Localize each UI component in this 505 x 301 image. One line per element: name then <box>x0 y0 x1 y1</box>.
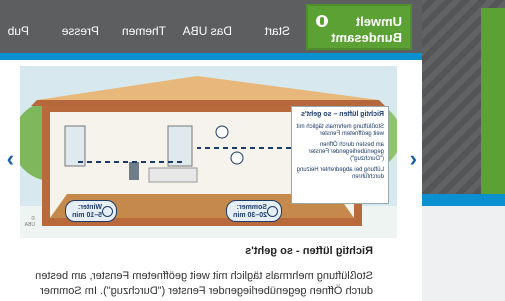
background-blue-band <box>411 194 505 206</box>
infobox-item-1: Stoßlüftung mehrmals täglich mit weit ge… <box>296 124 384 137</box>
winter-badge: Winter: 5–10 min <box>65 200 117 222</box>
logo-text-line2: Bundesamt <box>331 30 402 45</box>
infobox-item-2: am besten durch Öffnen gegenüberliegende… <box>308 142 384 162</box>
o2-bubble-1 <box>215 125 229 139</box>
background-green-block <box>481 8 505 194</box>
clock-icon <box>102 206 113 217</box>
bed <box>148 167 198 183</box>
uba-logo[interactable]: Umwelt Bundesamt <box>306 4 412 50</box>
nav-item-publikationen[interactable]: Pub <box>8 24 29 38</box>
clock-icon <box>267 206 278 217</box>
background-gray-area <box>411 206 505 301</box>
nav-item-themen[interactable]: Themen <box>122 24 166 38</box>
slider-prev-arrow-icon[interactable]: › <box>7 146 14 172</box>
article-text-line2: durch Öffnen gegenüberliegender Fenster … <box>40 285 373 301</box>
window-middle <box>167 125 193 167</box>
window-right <box>64 125 86 167</box>
nav-item-start[interactable]: Start <box>265 24 290 38</box>
logo-text-line1: Umwelt <box>355 14 402 29</box>
leaf-icon <box>316 15 328 27</box>
header-accent-bar <box>0 53 422 60</box>
slider-next-arrow-icon[interactable]: ‹ <box>410 146 417 172</box>
summer-time: 20–30 min <box>233 212 267 219</box>
ventilation-illustration: Richtig lüften – so geht's Stoßlüftung m… <box>20 66 397 238</box>
article-text: Stoßlüftung mehrmals täglich mit weit ge… <box>33 269 373 301</box>
infobox-item-3: Lüftung bei abgedrehter Heizung durchfüh… <box>296 167 384 180</box>
mirrored-website-view: Umwelt Bundesamt Start Das UBA Themen Pr… <box>0 0 422 301</box>
nav-item-presse[interactable]: Presse <box>62 24 99 38</box>
tips-infobox: Richtig lüften – so geht's Stoßlüftung m… <box>291 106 389 204</box>
summer-label: Sommer: <box>236 204 267 211</box>
winter-time: 5–10 min <box>72 212 102 219</box>
lamp <box>129 162 139 180</box>
winter-label: Winter: <box>77 204 102 211</box>
background-page-edge <box>411 0 505 301</box>
summer-badge: Sommer: 20–30 min <box>226 200 282 222</box>
image-caption: Richtig lüften - so geht's <box>245 245 373 257</box>
copyright-note: © UBA <box>24 216 35 228</box>
article-text-line1: Stoßlüftung mehrmals täglich mit weit ge… <box>35 270 373 282</box>
screen: Umwelt Bundesamt Start Das UBA Themen Pr… <box>0 0 505 301</box>
nav-item-das-uba[interactable]: Das UBA <box>183 24 232 38</box>
site-header: Umwelt Bundesamt Start Das UBA Themen Pr… <box>0 0 422 60</box>
article-card: Richtig lüften – so geht's Stoßlüftung m… <box>7 66 417 301</box>
o2-bubble-2 <box>230 151 244 165</box>
infobox-title: Richtig lüften – so geht's <box>301 111 384 118</box>
